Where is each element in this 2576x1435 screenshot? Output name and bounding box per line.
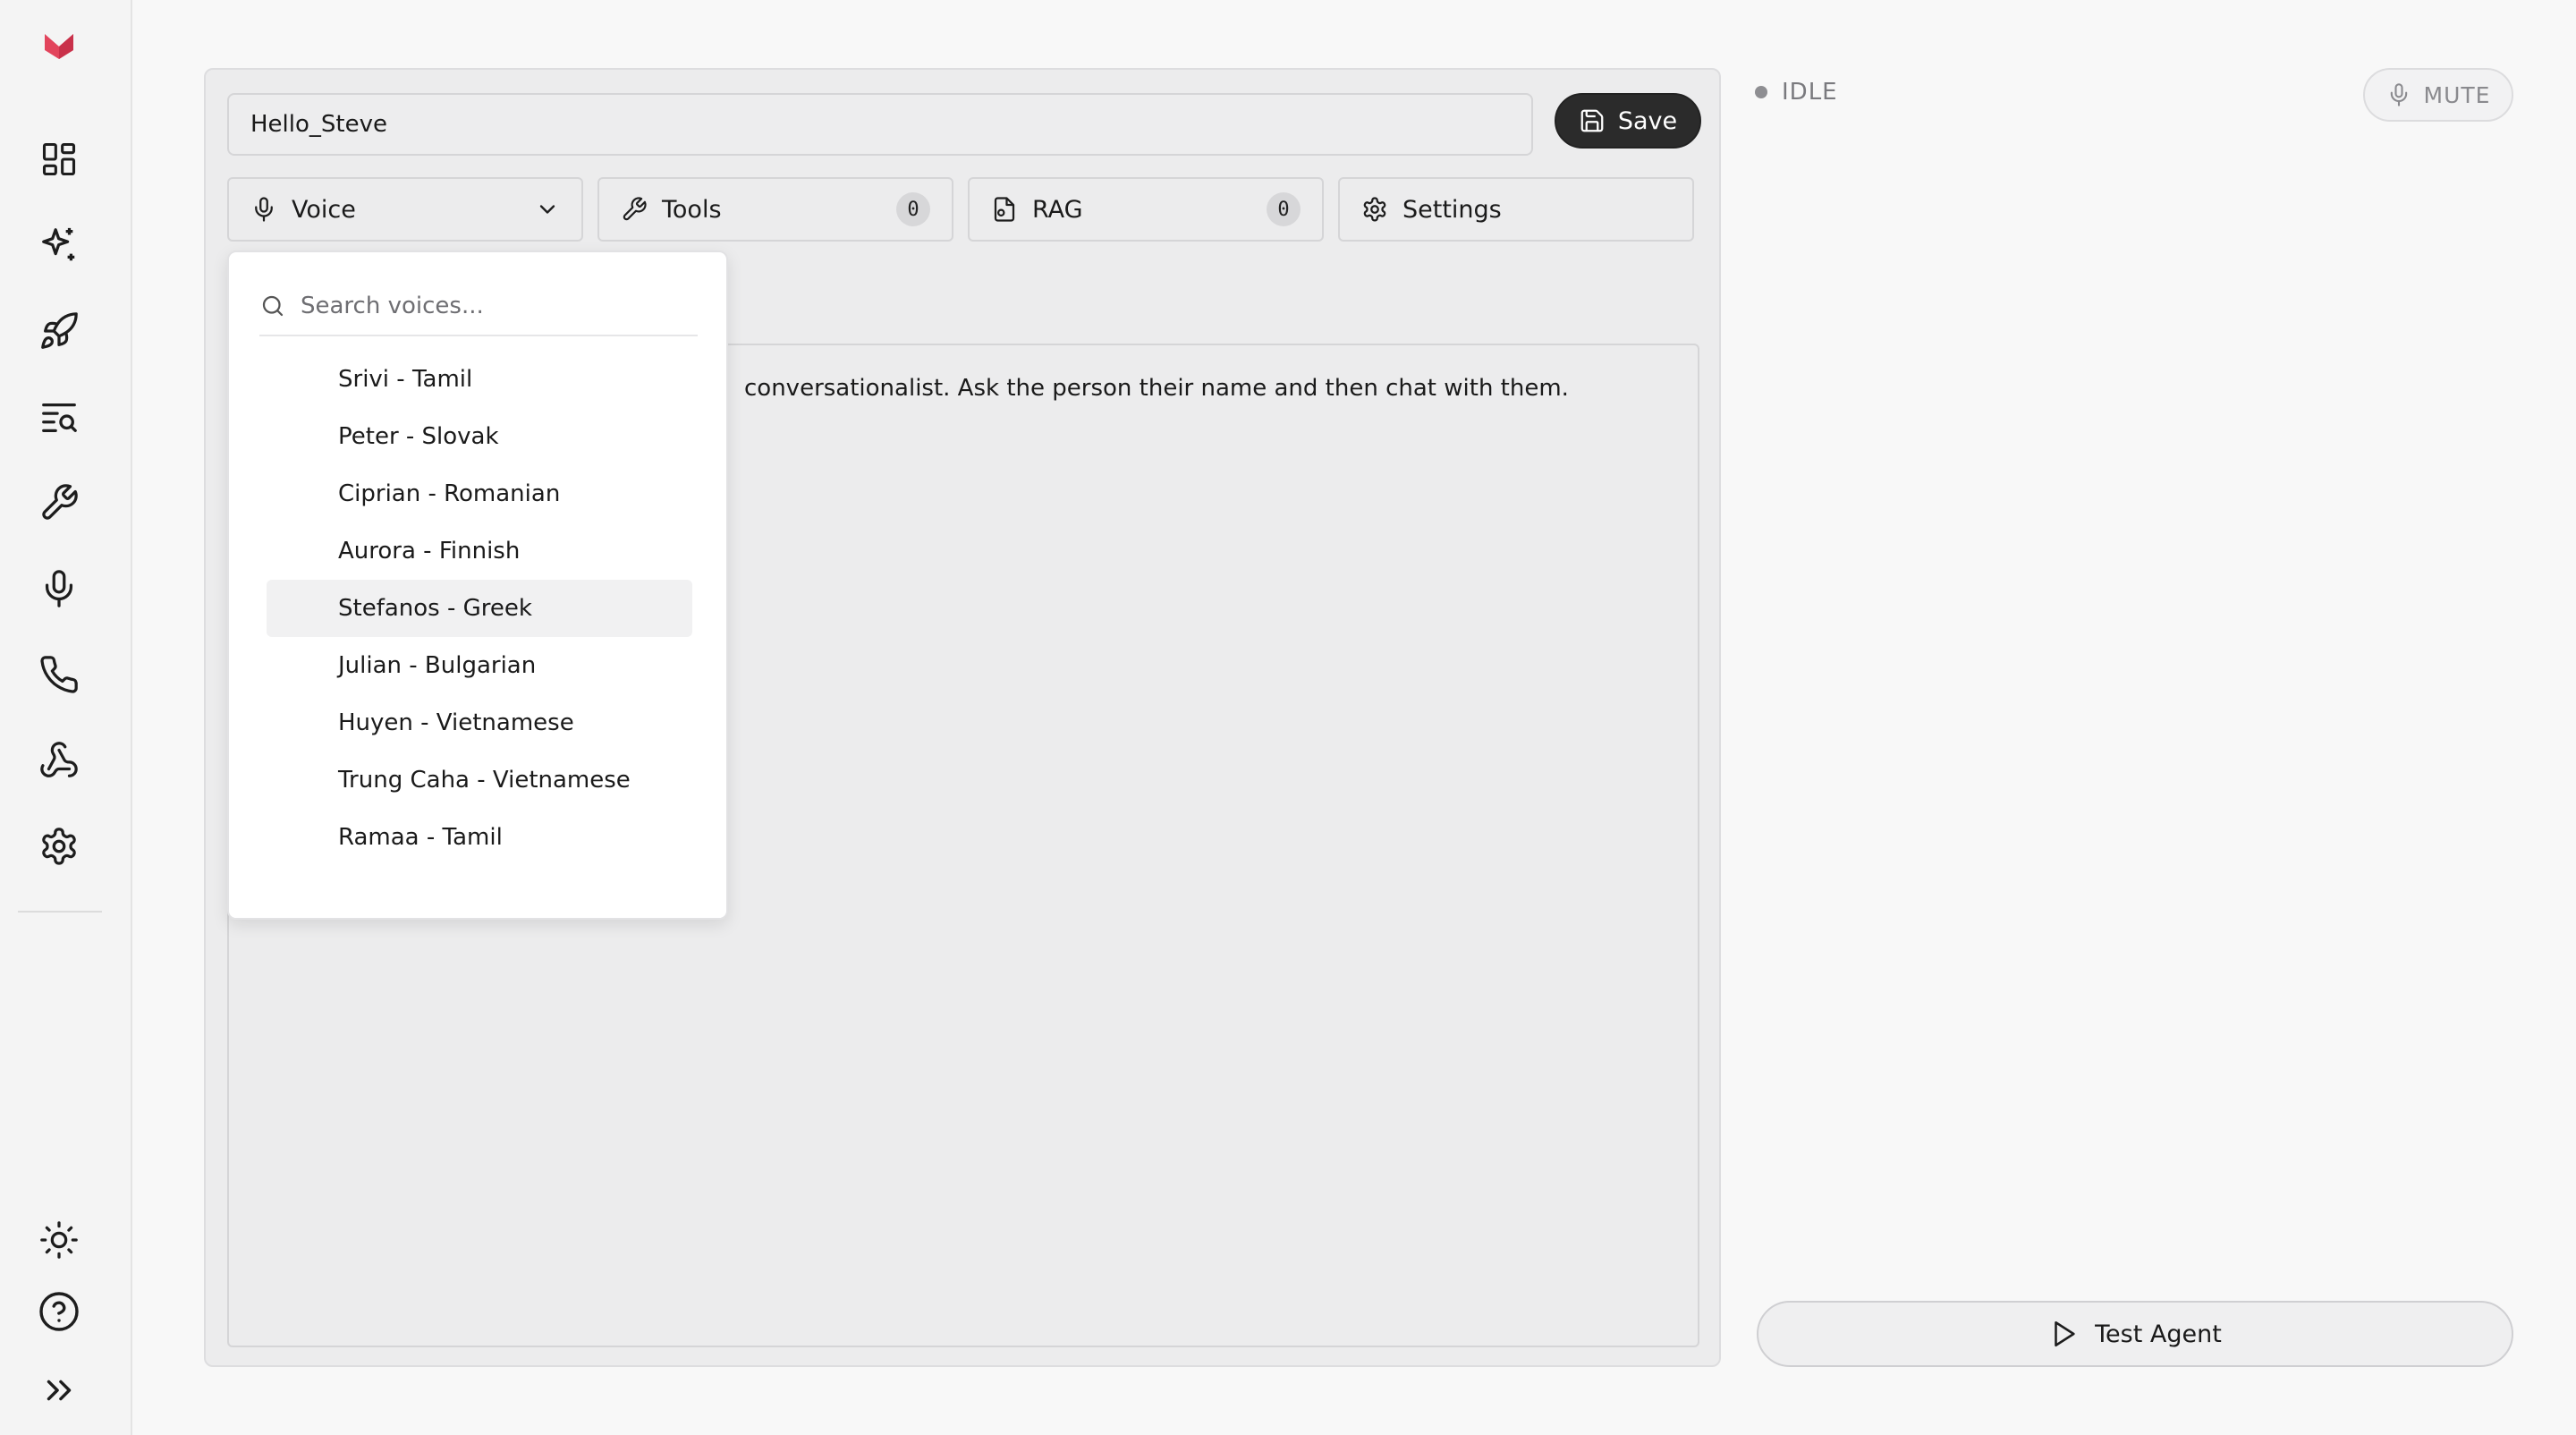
- agent-status: IDLE: [1755, 79, 1838, 106]
- status-label: IDLE: [1782, 79, 1838, 106]
- mic-icon: [45, 570, 73, 607]
- sidebar-item-settings[interactable]: [34, 821, 84, 871]
- tab-settings[interactable]: Settings: [1338, 177, 1694, 242]
- sidebar-item-dashboard[interactable]: [34, 134, 84, 184]
- sidebar-item-tools[interactable]: [34, 478, 84, 528]
- wrench-icon: [42, 484, 78, 520]
- status-dot-icon: [1755, 86, 1767, 98]
- voice-option[interactable]: Trung Caha - Vietnamese: [267, 751, 692, 809]
- voice-option[interactable]: Julian - Bulgarian: [267, 637, 692, 694]
- rocket-icon: [41, 312, 78, 349]
- wrench-icon: [623, 197, 647, 221]
- sidebar-item-help[interactable]: [34, 1286, 84, 1337]
- voice-option[interactable]: Aurora - Finnish: [267, 522, 692, 580]
- voice-list-fade: [229, 882, 726, 918]
- voice-list[interactable]: Srivi - Tamil Peter - Slovak Ciprian - R…: [267, 351, 692, 905]
- webhook-icon: [40, 742, 78, 777]
- sidebar-divider: [18, 911, 102, 913]
- tab-voice-label: Voice: [292, 195, 356, 224]
- brand-logo-icon[interactable]: [43, 29, 75, 61]
- grid-icon: [42, 142, 76, 176]
- voice-option[interactable]: Srivi - Tamil: [267, 351, 692, 408]
- phone-icon: [40, 656, 78, 693]
- tab-rag-label: RAG: [1032, 195, 1083, 224]
- gear-icon: [42, 828, 76, 865]
- sidebar-item-expand[interactable]: [34, 1365, 84, 1415]
- sidebar-item-logs[interactable]: [34, 392, 84, 442]
- system-prompt-text: conversationalist. Ask the person their …: [744, 375, 1569, 402]
- save-button[interactable]: Save: [1555, 93, 1701, 149]
- tab-tools[interactable]: Tools 0: [597, 177, 953, 242]
- agent-name-input[interactable]: [227, 93, 1533, 156]
- mute-button[interactable]: MUTE: [2363, 68, 2513, 122]
- test-agent-label: Test Agent: [2095, 1320, 2222, 1348]
- tab-settings-label: Settings: [1402, 195, 1502, 224]
- tab-voice[interactable]: Voice: [227, 177, 583, 242]
- gear-icon: [1363, 197, 1386, 222]
- save-button-label: Save: [1617, 106, 1678, 135]
- voice-search: [259, 277, 698, 336]
- chevrons-right-icon: [47, 1380, 72, 1401]
- sidebar-item-webhooks[interactable]: [34, 735, 84, 785]
- voice-option[interactable]: Ciprian - Romanian: [267, 465, 692, 522]
- list-search-icon: [42, 403, 77, 432]
- help-circle-icon: [39, 1292, 79, 1331]
- voice-option[interactable]: Peter - Slovak: [267, 408, 692, 465]
- mic-icon: [255, 197, 273, 222]
- voice-option[interactable]: Ramaa - Tamil: [267, 809, 692, 866]
- tools-count-badge: 0: [896, 192, 930, 226]
- file-icon: [994, 197, 1015, 222]
- test-agent-button[interactable]: Test Agent: [1757, 1301, 2513, 1367]
- mute-button-label: MUTE: [2423, 81, 2491, 108]
- sidebar-item-phone[interactable]: [34, 650, 84, 700]
- sparkles-icon: [42, 227, 75, 261]
- sidebar-item-voices[interactable]: [34, 564, 84, 614]
- voice-option-highlighted[interactable]: Stefanos - Greek: [267, 580, 692, 637]
- search-icon: [262, 295, 284, 317]
- mic-icon: [2390, 83, 2407, 106]
- voice-dropdown: Srivi - Tamil Peter - Slovak Ciprian - R…: [227, 250, 728, 920]
- tab-rag[interactable]: RAG 0: [968, 177, 1324, 242]
- tab-tools-label: Tools: [662, 195, 722, 224]
- voice-search-input[interactable]: [301, 293, 698, 319]
- save-icon: [1580, 109, 1604, 132]
- sidebar-item-theme[interactable]: [34, 1215, 84, 1265]
- sidebar-item-agents[interactable]: [34, 220, 84, 270]
- chevron-down-icon: [539, 205, 555, 214]
- sidebar-item-deploy[interactable]: [34, 306, 84, 356]
- play-icon: [2055, 1320, 2075, 1347]
- voice-option[interactable]: Huyen - Vietnamese: [267, 694, 692, 751]
- sidebar: [0, 0, 132, 1435]
- rag-count-badge: 0: [1267, 192, 1301, 226]
- sun-icon: [40, 1221, 78, 1259]
